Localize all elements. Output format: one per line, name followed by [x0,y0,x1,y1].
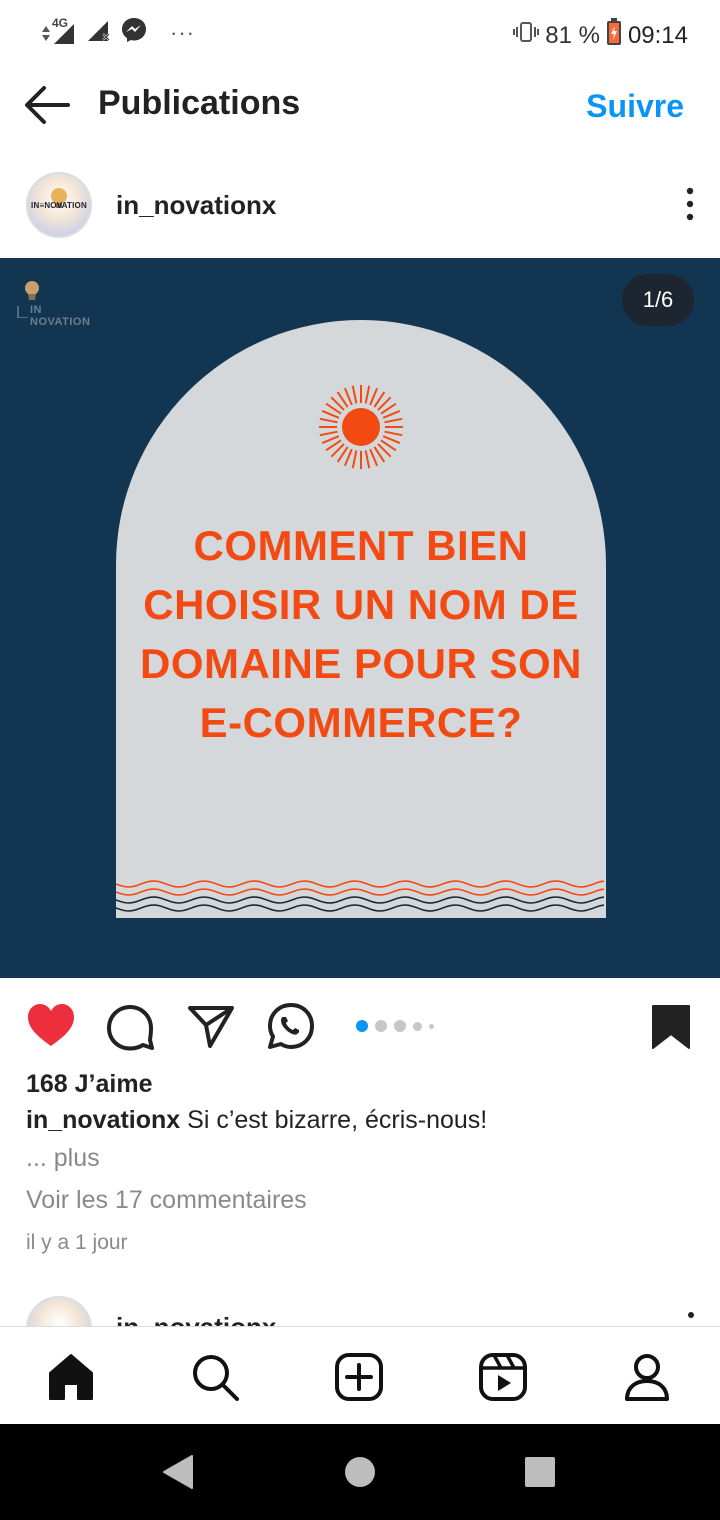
nav-search[interactable] [189,1351,241,1403]
carousel-dot [413,1021,422,1031]
caption-text: Si c’est bizarre, écris-nous! [187,1106,488,1134]
nav-home[interactable] [45,1351,97,1403]
carousel-dot [356,1020,368,1032]
wave-pattern [116,880,605,912]
search-icon [193,1355,239,1401]
signal-4g-icon: 4G [40,16,78,46]
nav-profile[interactable] [621,1351,673,1403]
next-post-header: in_novationx [0,1290,720,1326]
clock: 09:14 [627,21,688,49]
back-arrow-icon [25,86,70,124]
watermark-logo: IN NOVATION [14,268,104,328]
square-recents-icon [525,1457,555,1487]
timestamp: il y a 1 jour [26,1231,128,1254]
carousel-dot [375,1020,387,1032]
headline-line: CHOISIR UN NOM DE [143,581,579,628]
carousel-indicator [356,1020,434,1032]
status-right: 81 % 09:14 [513,18,688,53]
more-vertical-icon [686,187,694,221]
whatsapp-button[interactable] [265,1000,317,1052]
whatsapp-icon [268,1003,314,1049]
back-button[interactable] [22,82,74,128]
heart-icon [28,1004,74,1046]
more-link[interactable]: ... plus [26,1144,100,1173]
send-icon [188,1006,234,1048]
carousel-counter: 1/6 [622,274,694,326]
arch-card: COMMENT BIEN CHOISIR UN NOM DE DOMAINE P… [116,320,606,918]
comment-icon [107,1005,154,1051]
page-title: Publications [98,84,301,122]
more-notifications: ··· [170,19,195,45]
headline-line: DOMAINE POUR SON [139,640,583,687]
system-back-button[interactable] [160,1454,196,1490]
system-nav-bar [0,1424,720,1520]
caption: in_novationx Si c’est bizarre, écris-nou… [26,1106,487,1135]
comment-button[interactable] [104,1000,156,1052]
app-header: Publications Suivre [0,70,720,142]
bookmark-icon [652,1005,690,1049]
reels-icon [479,1353,527,1401]
battery-icon [606,18,622,53]
more-vertical-icon[interactable] [688,1312,694,1318]
avatar-logo-text: IN≡NOVATION [31,201,87,210]
triangle-back-icon [163,1455,193,1489]
nav-create[interactable] [333,1351,385,1403]
avatar[interactable]: IN≡NOVATION [26,172,92,238]
status-left: 4G ··· [40,16,195,49]
vibrate-icon [513,21,540,50]
status-bar: 4G ··· 81 % 09:14 [0,0,720,64]
post-image[interactable]: IN NOVATION 1/6 COMMENT BIEN CHOISIR UN … [0,258,720,978]
battery-level: 81 % [545,21,600,49]
signal-x-icon [86,17,112,48]
carousel-dot [394,1020,406,1032]
system-home-button[interactable] [342,1454,378,1490]
network-type: 4G [52,15,69,30]
carousel-dot [429,1023,434,1029]
like-button[interactable] [25,1000,77,1052]
share-button[interactable] [185,1000,237,1052]
like-count[interactable]: 168 J’aime [26,1070,153,1099]
avatar[interactable] [26,1296,92,1326]
follow-button[interactable]: Suivre [586,88,684,125]
messenger-icon [120,16,148,49]
create-icon [335,1353,383,1401]
bottom-nav [0,1326,720,1424]
save-button[interactable] [645,1000,697,1052]
post-header: IN≡NOVATION in_novationx [0,168,720,244]
sun-icon [319,385,403,469]
circle-home-icon [345,1457,375,1487]
caption-username[interactable]: in_novationx [26,1106,180,1134]
watermark-text: IN NOVATION [30,304,91,328]
profile-icon [625,1354,669,1401]
headline-line: COMMENT BIEN [193,522,529,569]
view-comments-link[interactable]: Voir les 17 commentaires [26,1186,307,1215]
username[interactable]: in_novationx [116,1312,276,1326]
home-icon [49,1354,93,1400]
username[interactable]: in_novationx [116,190,276,221]
action-bar [0,996,720,1056]
more-options-button[interactable] [680,186,700,222]
headline-line: E-COMMERCE? [199,699,523,746]
system-recents-button[interactable] [522,1454,558,1490]
headline: COMMENT BIEN CHOISIR UN NOM DE DOMAINE P… [116,516,606,752]
nav-reels[interactable] [477,1351,529,1403]
